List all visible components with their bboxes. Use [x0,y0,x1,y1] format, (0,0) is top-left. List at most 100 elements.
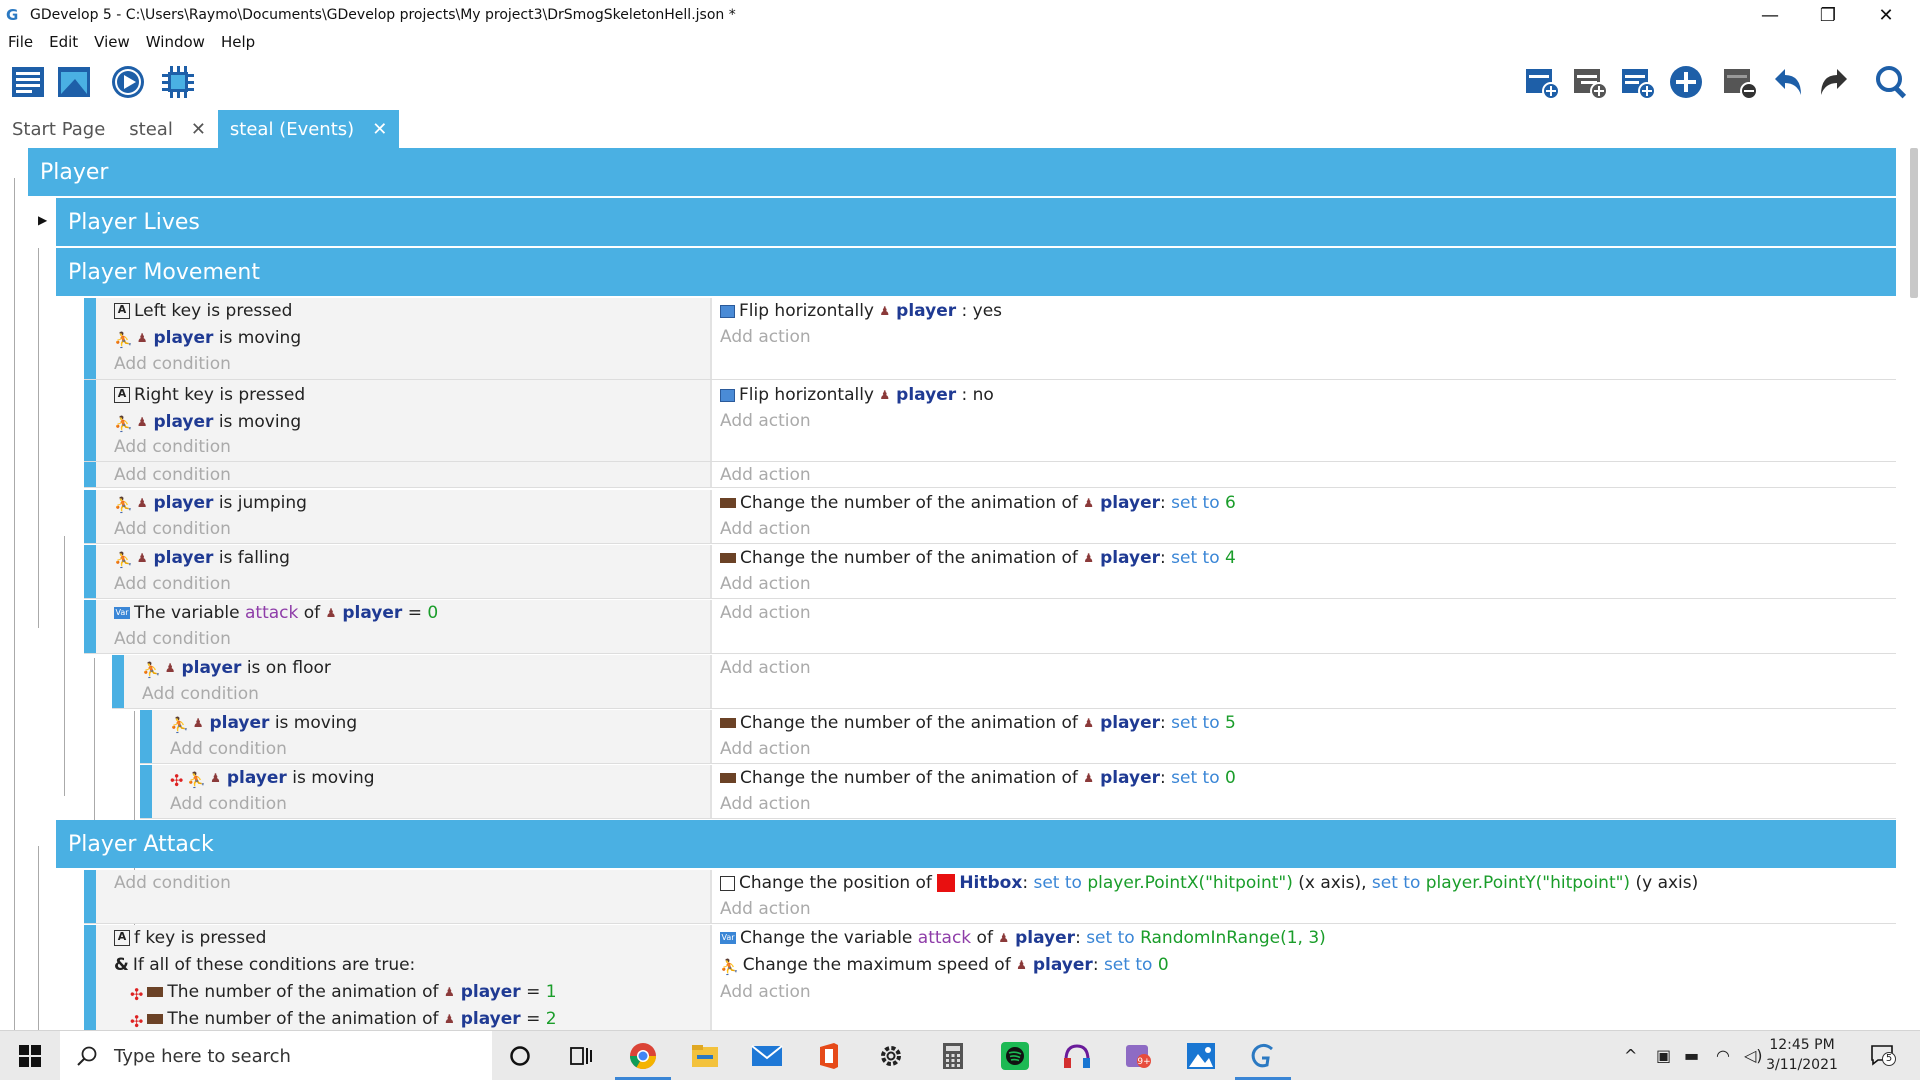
tray-chevron-icon[interactable]: ^ [1624,1046,1637,1065]
preview-button[interactable] [108,62,148,102]
add-more-button[interactable] [1666,62,1706,102]
sub-event-row[interactable]: ⛹ ♟ player is moving Add condition Change … [140,710,1896,764]
search-button[interactable] [1872,62,1912,102]
expand-arrow-icon[interactable]: ▶ [38,213,47,227]
add-condition-link[interactable]: Add condition [114,626,231,652]
close-button[interactable]: ✕ [1858,0,1914,30]
headphones-app-icon[interactable] [1060,1039,1094,1073]
debugger-button[interactable] [158,62,198,102]
group-player-lives[interactable]: Player Lives [56,198,1896,246]
actions-panel[interactable]: Flip horizontally ♟ player : no Add actio… [712,380,1896,461]
redo-button[interactable] [1814,62,1854,102]
condition-left-key[interactable]: A Left key is pressed [114,298,292,324]
condition-player-moving[interactable]: ⛹ ♟ player is moving [114,409,301,435]
event-row[interactable]: A Left key is pressed ⛹ ♟ player is moving … [84,298,1896,380]
menu-file[interactable]: File [8,33,33,51]
actions-panel[interactable]: Add action [712,600,1896,653]
action-change-animation[interactable]: Change the number of the animation of ♟ p… [720,765,1236,791]
add-condition-link[interactable]: Add condition [114,462,231,488]
scene-editor-button[interactable] [54,62,94,102]
vertical-scrollbar[interactable] [1910,148,1918,298]
condition-f-key[interactable]: Af key is pressed [114,925,266,951]
event-row[interactable]: Add condition Add action [84,462,1896,488]
add-action-link[interactable]: Add action [720,462,811,488]
conditions-panel[interactable]: ⛹ ♟ player is jumping Add condition [96,490,712,543]
group-player[interactable]: Player [28,148,1896,196]
actions-panel[interactable]: Change the number of the animation of ♟ p… [712,710,1896,763]
settings-gear-icon[interactable] [874,1039,908,1073]
photo-app-icon[interactable]: 9+ [1122,1039,1156,1073]
add-condition-link[interactable]: Add condition [142,681,259,707]
undo-button[interactable] [1768,62,1808,102]
condition-right-key[interactable]: A Right key is pressed [114,382,305,408]
condition-anim-number[interactable]: ✣ The number of the animation of ♟ player … [130,979,557,1005]
add-condition-link[interactable]: Add condition [114,870,231,896]
sub-event-row[interactable]: ✣ ⛹ ♟ player is moving Add condition Change… [140,765,1896,819]
sub-event-row[interactable]: ⛹ ♟ player is on floor Add condition Add a… [112,655,1896,709]
taskbar-clock[interactable]: 12:45 PM 3/11/2021 [1752,1035,1852,1075]
close-tab-icon[interactable]: ✕ [372,119,387,140]
add-condition-link[interactable]: Add condition [114,351,231,377]
add-action-link[interactable]: Add action [720,896,811,922]
actions-panel[interactable]: Change the number of the animation of ♟ p… [712,545,1896,598]
conditions-panel[interactable]: ✣ ⛹ ♟ player is moving Add condition [152,765,712,818]
action-flip[interactable]: Flip horizontally ♟ player : yes [720,298,1002,324]
conditions-panel[interactable]: Add condition [96,462,712,487]
delete-event-button[interactable] [1720,62,1760,102]
condition-player-jumping[interactable]: ⛹ ♟ player is jumping [114,490,307,516]
file-explorer-icon[interactable] [688,1039,722,1073]
office-icon[interactable] [812,1039,846,1073]
actions-panel[interactable]: Var Change the variable attack of ♟ player… [712,925,1896,1030]
actions-panel[interactable]: Change the number of the animation of ♟ p… [712,765,1896,818]
conditions-panel[interactable]: Add condition [96,870,712,923]
spotify-icon[interactable] [998,1039,1032,1073]
add-action-link[interactable]: Add action [720,736,811,762]
conditions-panel[interactable]: ⛹ ♟ player is moving Add condition [152,710,712,763]
events-sheet[interactable]: ▶ Player Player Lives Player Movement AL… [0,148,1920,1030]
tab-steal[interactable]: steal ✕ [117,110,218,148]
add-condition-link[interactable]: Add condition [114,571,231,597]
add-action-link[interactable]: Add action [720,979,811,1005]
menu-edit[interactable]: Edit [49,33,78,51]
add-action-link[interactable]: Add action [720,516,811,542]
chrome-icon[interactable] [626,1039,660,1073]
action-change-variable[interactable]: Var Change the variable attack of ♟ player… [720,925,1326,951]
calculator-icon[interactable] [936,1039,970,1073]
action-change-animation[interactable]: Change the number of the animation of ♟ p… [720,545,1236,571]
action-change-animation[interactable]: Change the number of the animation of ♟ p… [720,490,1236,516]
menu-help[interactable]: Help [221,33,255,51]
group-player-attack[interactable]: Player Attack [56,820,1896,868]
mail-icon[interactable] [750,1039,784,1073]
add-action-link[interactable]: Add action [720,571,811,597]
maximize-button[interactable]: ❐ [1800,0,1856,30]
actions-panel[interactable]: Change the number of the animation of ♟ p… [712,490,1896,543]
actions-panel[interactable]: Add action [712,462,1896,487]
event-row[interactable]: Add condition Change the position of Hit… [84,870,1896,924]
condition-player-moving[interactable]: ⛹ ♟ player is moving [114,325,301,351]
battery-icon[interactable]: ▬ [1684,1046,1699,1065]
add-action-link[interactable]: Add action [720,791,811,817]
add-comment-button[interactable] [1618,62,1658,102]
add-action-link[interactable]: Add action [720,655,811,681]
action-flip[interactable]: Flip horizontally ♟ player : no [720,382,994,408]
conditions-panel[interactable]: A Right key is pressed ⛹ ♟ player is moving… [96,380,712,461]
notification-center-button[interactable]: 5 [1870,1044,1898,1068]
tray-device-icon[interactable]: ▣ [1656,1046,1671,1065]
add-action-link[interactable]: Add action [720,324,811,350]
menu-window[interactable]: Window [146,33,205,51]
actions-panel[interactable]: Add action [712,655,1896,708]
event-row[interactable]: Var The variable attack of ♟ player = 0 Ad… [84,600,1896,654]
condition-player-falling[interactable]: ⛹ ♟ player is falling [114,545,290,571]
condition-variable-attack[interactable]: Var The variable attack of ♟ player = 0 [114,600,438,626]
wifi-icon[interactable]: ◠ [1716,1046,1730,1065]
add-condition-link[interactable]: Add condition [170,791,287,817]
conditions-panel[interactable]: ⛹ ♟ player is on floor Add condition [124,655,712,708]
add-condition-link[interactable]: Add condition [114,434,231,460]
condition-and-group[interactable]: & If all of these conditions are true: [114,952,415,978]
start-button[interactable] [0,1031,60,1080]
add-action-link[interactable]: Add action [720,600,811,626]
add-condition-link[interactable]: Add condition [170,736,287,762]
cortana-icon[interactable] [503,1039,537,1073]
minimize-button[interactable]: — [1742,0,1798,30]
add-condition-link[interactable]: Add condition [114,516,231,542]
